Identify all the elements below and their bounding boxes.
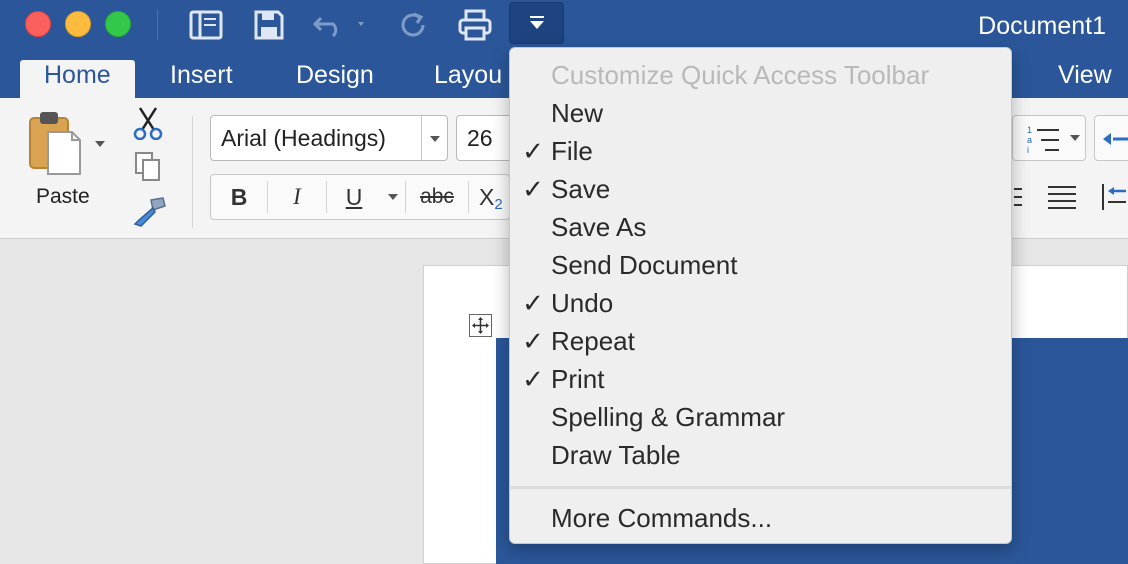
customize-toolbar-icon <box>529 16 544 29</box>
customize-toolbar-button[interactable] <box>509 2 564 44</box>
paste-icon[interactable] <box>28 110 82 176</box>
check-icon: ✓ <box>522 326 544 356</box>
menu-item-label: Save As <box>551 212 647 242</box>
chevron-down-icon <box>430 136 440 142</box>
font-size-value: 26 <box>467 125 493 151</box>
save-icon[interactable] <box>248 6 290 44</box>
menu-item-repeat[interactable]: ✓ Repeat <box>510 322 1011 360</box>
menu-item-label: Repeat <box>551 326 635 356</box>
paste-options-icon[interactable] <box>93 136 109 150</box>
field-divider <box>421 116 422 160</box>
copy-icon[interactable] <box>134 151 164 185</box>
menu-item-spelling-grammar[interactable]: Spelling & Grammar <box>510 398 1011 436</box>
font-name-field[interactable]: Arial (Headings) <box>210 115 448 161</box>
underline-options-icon[interactable] <box>381 175 405 219</box>
italic-button[interactable]: I <box>268 175 326 219</box>
menu-item-label: Print <box>551 364 605 394</box>
subscript-button[interactable]: X2 <box>469 175 509 219</box>
check-icon: ✓ <box>522 174 544 204</box>
font-size-field[interactable]: 26 <box>456 115 516 161</box>
formatting-bar: B I U abc X2 <box>210 174 510 220</box>
menu-item-save[interactable]: ✓ Save <box>510 170 1011 208</box>
menu-item-save-as[interactable]: Save As <box>510 208 1011 246</box>
check-icon: ✓ <box>522 136 544 166</box>
menu-header: Customize Quick Access Toolbar <box>510 56 1011 94</box>
decrease-indent-button[interactable] <box>1094 115 1128 161</box>
underline-button[interactable]: U <box>327 175 381 219</box>
menu-item-new[interactable]: New <box>510 94 1011 132</box>
table-move-handle[interactable] <box>469 314 492 337</box>
print-icon[interactable] <box>454 6 496 44</box>
align-icon <box>1014 188 1022 206</box>
menu-item-label: New <box>551 98 604 128</box>
title-bar: Document1 <box>0 0 1128 52</box>
menu-item-label: File <box>551 136 593 166</box>
tab-design[interactable]: Design <box>272 60 398 98</box>
tab-home[interactable]: Home <box>20 60 135 98</box>
redo-icon[interactable] <box>392 6 434 44</box>
document-title: Document1 <box>978 12 1106 40</box>
numbering-button[interactable]: 1ai <box>1012 115 1086 161</box>
menu-divider <box>510 486 1011 489</box>
check-icon: ✓ <box>522 364 544 394</box>
menu-item-undo[interactable]: ✓ Undo <box>510 284 1011 322</box>
move-icon <box>472 317 489 334</box>
menu-item-print[interactable]: ✓ Print <box>510 360 1011 398</box>
menu-item-label: Undo <box>551 288 614 318</box>
close-window-button[interactable] <box>25 11 51 37</box>
menu-item-draw-table[interactable]: Draw Table <box>510 436 1011 474</box>
menu-item-more-commands[interactable]: More Commands... <box>510 499 1011 537</box>
menu-item-send-document[interactable]: Send Document <box>510 246 1011 284</box>
ribbon-divider <box>192 116 193 228</box>
cut-icon[interactable] <box>132 106 164 141</box>
menu-item-label: Spelling & Grammar <box>551 402 786 432</box>
menu-item-label: Save <box>551 174 611 204</box>
menu-item-label: Send Document <box>551 250 738 280</box>
minimize-window-button[interactable] <box>65 11 91 37</box>
tab-view[interactable]: View <box>1034 60 1128 98</box>
chevron-down-icon <box>1070 135 1080 141</box>
toolbar-divider <box>157 10 158 40</box>
bold-button[interactable]: B <box>211 175 267 219</box>
subscript-digit: 2 <box>494 195 503 213</box>
font-name-value: Arial (Headings) <box>221 125 386 151</box>
menu-item-label: Draw Table <box>551 440 681 470</box>
justify-icon <box>1048 186 1076 209</box>
svg-text:a: a <box>1027 135 1032 145</box>
undo-icon[interactable] <box>310 6 370 44</box>
svg-text:1: 1 <box>1027 125 1032 135</box>
decrease-indent-icon <box>1103 133 1128 145</box>
menu-header-label: Customize Quick Access Toolbar <box>551 60 930 90</box>
tab-insert[interactable]: Insert <box>146 60 257 98</box>
line-spacing-icon <box>1102 184 1126 210</box>
strikethrough-button[interactable]: abc <box>406 175 468 219</box>
sidebar-icon[interactable] <box>185 6 227 44</box>
menu-item-label: More Commands... <box>551 503 773 533</box>
line-spacing-button[interactable] <box>1096 174 1128 220</box>
numbered-list-icon: 1ai <box>1027 125 1059 154</box>
check-icon: ✓ <box>522 288 544 318</box>
svg-text:i: i <box>1027 145 1029 154</box>
justify-button[interactable] <box>1012 174 1086 220</box>
format-painter-icon[interactable] <box>131 196 167 228</box>
menu-item-file[interactable]: ✓ File <box>510 132 1011 170</box>
customize-toolbar-menu: Customize Quick Access Toolbar New ✓ Fil… <box>509 47 1012 544</box>
subscript-letter: X <box>479 183 495 210</box>
paste-label[interactable]: Paste <box>36 185 90 209</box>
maximize-window-button[interactable] <box>105 11 131 37</box>
